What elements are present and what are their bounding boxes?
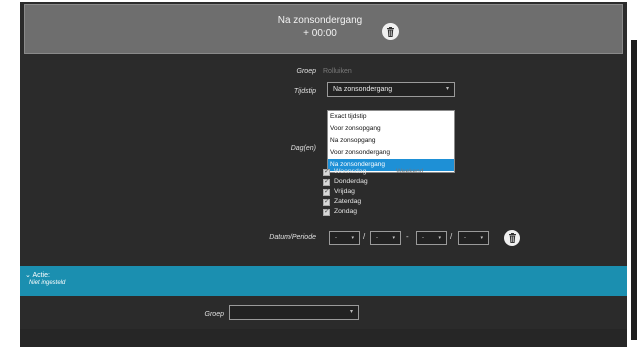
select-value: - bbox=[376, 235, 378, 241]
day-label: Vrijdag bbox=[334, 188, 355, 195]
day-label: Donderdag bbox=[334, 178, 368, 185]
day-zondag[interactable]: Zondag bbox=[323, 207, 368, 217]
chevron-down-icon: ⌄ bbox=[25, 272, 31, 279]
day-label: Zaterdag bbox=[334, 198, 362, 205]
checkbox[interactable] bbox=[323, 177, 330, 187]
date-end-month-select[interactable]: - ▾ bbox=[458, 231, 489, 245]
days-list: Woensdag Donderdag Vrijdag Zaterdag Zond… bbox=[323, 167, 368, 217]
groep-label: Groep bbox=[296, 68, 316, 75]
chevron-down-icon: ▾ bbox=[349, 309, 353, 315]
day-woensdag[interactable]: Woensdag bbox=[323, 167, 368, 177]
delete-period-button[interactable] bbox=[504, 230, 520, 246]
date-start-day-select[interactable]: - ▾ bbox=[329, 231, 360, 245]
chevron-down-icon: ▾ bbox=[445, 86, 449, 92]
action-subtitle: Niet ingesteld bbox=[29, 280, 66, 286]
action-section-header[interactable]: ⌄ Actie: Niet ingesteld bbox=[20, 266, 627, 296]
period-separator: - bbox=[406, 232, 409, 241]
option-voor-zonsopgang[interactable]: Voor zonsopgang bbox=[328, 123, 454, 135]
select-value: - bbox=[335, 235, 337, 241]
rule-title-text: Na zonsondergang bbox=[277, 15, 363, 26]
day-vrijdag[interactable]: Vrijdag bbox=[323, 187, 368, 197]
trash-icon bbox=[387, 26, 394, 37]
action-title: ⌄ Actie: bbox=[25, 271, 50, 279]
select-value: - bbox=[464, 235, 466, 241]
action-groep-label: Groep bbox=[204, 311, 224, 318]
date-end-day-select[interactable]: - ▾ bbox=[416, 231, 447, 245]
day-label: Zondag bbox=[334, 208, 358, 215]
weekend-option[interactable]: Weekend bbox=[396, 168, 423, 175]
date-start-month-select[interactable]: - ▾ bbox=[370, 231, 401, 245]
chevron-down-icon: ▾ bbox=[438, 235, 441, 241]
datum-periode-label: Datum/Periode bbox=[269, 234, 316, 241]
day-label: Woensdag bbox=[334, 168, 367, 175]
groep-value: Rolluiken bbox=[323, 68, 352, 75]
checkbox[interactable] bbox=[323, 207, 330, 217]
rule-title: Na zonsondergang + 00:00 bbox=[255, 14, 385, 40]
select-value: - bbox=[422, 235, 424, 241]
tijdstip-dropdown[interactable]: Exact tijdstip Voor zonsopgang Na zonsop… bbox=[327, 110, 455, 173]
checkbox[interactable] bbox=[323, 187, 330, 197]
option-na-zonsopgang[interactable]: Na zonsopgang bbox=[328, 135, 454, 147]
rule-editor: Na zonsondergang + 00:00 Groep Rolluiken… bbox=[20, 2, 627, 347]
date-separator: / bbox=[363, 232, 366, 241]
day-zaterdag[interactable]: Zaterdag bbox=[323, 197, 368, 207]
option-exact-tijdstip[interactable]: Exact tijdstip bbox=[328, 111, 454, 123]
date-separator: / bbox=[450, 232, 453, 241]
tijdstip-label: Tijdstip bbox=[293, 88, 316, 95]
tijdstip-select[interactable]: Na zonsondergang ▾ bbox=[327, 82, 455, 97]
action-groep-select[interactable]: ▾ bbox=[229, 305, 359, 320]
action-title-text: Actie: bbox=[32, 272, 50, 279]
chevron-down-icon: ▾ bbox=[480, 235, 483, 241]
checkbox[interactable] bbox=[323, 197, 330, 207]
rule-offset-text: + 00:00 bbox=[303, 28, 337, 39]
dagen-label: Dag(en) bbox=[290, 145, 316, 152]
delete-rule-button[interactable] bbox=[382, 23, 399, 40]
chevron-down-icon: ▾ bbox=[392, 235, 395, 241]
rule-header[interactable]: Na zonsondergang + 00:00 bbox=[24, 4, 623, 54]
checkbox[interactable] bbox=[323, 167, 330, 177]
trash-icon bbox=[508, 233, 516, 243]
day-donderdag[interactable]: Donderdag bbox=[323, 177, 368, 187]
tijdstip-select-value: Na zonsondergang bbox=[333, 86, 393, 93]
chevron-down-icon: ▾ bbox=[351, 235, 354, 241]
option-voor-zonsondergang[interactable]: Voor zonsondergang bbox=[328, 147, 454, 159]
bottom-area bbox=[20, 329, 627, 347]
